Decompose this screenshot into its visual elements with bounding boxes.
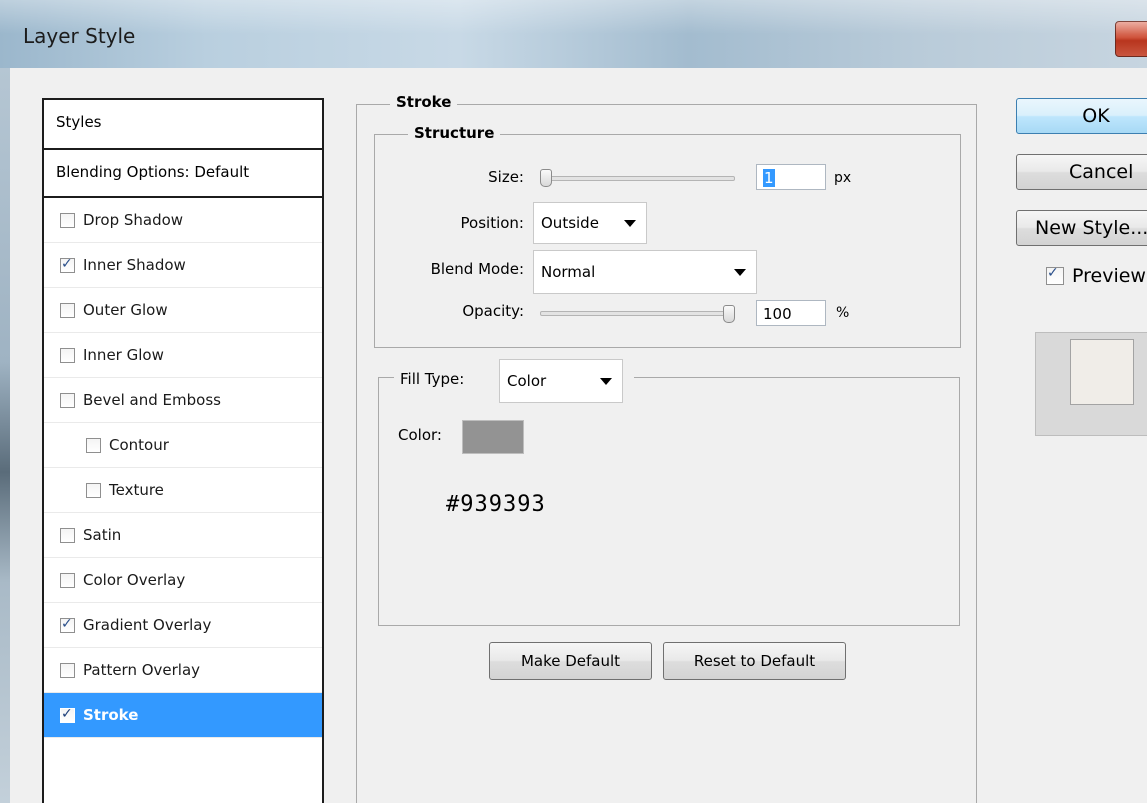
color-swatch[interactable]	[462, 420, 524, 454]
opacity-slider-track[interactable]	[540, 311, 735, 316]
layer-style-window: Layer Style Styles Blending Options: Def…	[0, 0, 1147, 803]
cancel-button[interactable]: Cancel	[1016, 154, 1147, 190]
chevron-down-icon	[624, 220, 636, 227]
style-item-inner-glow[interactable]: Inner Glow	[44, 333, 322, 378]
position-select[interactable]: Outside	[533, 202, 647, 244]
style-item-outer-glow[interactable]: Outer Glow	[44, 288, 322, 333]
style-item-label: Color Overlay	[83, 571, 186, 589]
preview-area	[1035, 332, 1147, 436]
fill-type-label: Fill Type:	[400, 370, 465, 388]
style-item-texture[interactable]: Texture	[44, 468, 322, 513]
style-item-label: Drop Shadow	[83, 211, 184, 229]
blending-options-item[interactable]: Blending Options: Default	[44, 150, 322, 198]
window-title: Layer Style	[23, 24, 136, 48]
style-item-pattern-overlay[interactable]: Pattern Overlay	[44, 648, 322, 693]
size-input[interactable]: 1	[756, 164, 826, 190]
size-slider-thumb[interactable]	[540, 169, 552, 187]
size-unit: px	[834, 170, 852, 186]
opacity-slider-thumb[interactable]	[723, 305, 735, 323]
style-item-label: Inner Glow	[83, 346, 164, 364]
fill-type-value: Color	[507, 372, 547, 390]
style-item-label: Gradient Overlay	[83, 616, 212, 634]
style-item-drop-shadow[interactable]: Drop Shadow	[44, 198, 322, 243]
style-item-color-overlay[interactable]: Color Overlay	[44, 558, 322, 603]
style-item-label: Satin	[83, 526, 122, 544]
style-item-label: Inner Shadow	[83, 256, 186, 274]
chevron-down-icon	[734, 269, 746, 276]
style-item-label: Bevel and Emboss	[83, 391, 221, 409]
style-item-label: Stroke	[83, 706, 139, 724]
opacity-label: Opacity:	[462, 302, 524, 320]
style-checkbox[interactable]	[60, 527, 75, 543]
style-item-label: Texture	[109, 481, 164, 499]
style-checkbox[interactable]	[86, 482, 101, 498]
style-checkbox[interactable]	[60, 572, 75, 588]
style-checkbox[interactable]	[86, 437, 101, 453]
make-default-button[interactable]: Make Default	[489, 642, 652, 680]
chevron-down-icon	[600, 378, 612, 385]
style-checkbox[interactable]	[60, 256, 75, 273]
styles-header[interactable]: Styles	[44, 100, 322, 150]
opacity-input[interactable]: 100	[756, 300, 826, 326]
styles-list: Styles Blending Options: Default Drop Sh…	[42, 98, 324, 803]
style-item-stroke[interactable]: Stroke	[44, 693, 322, 738]
style-checkbox[interactable]	[60, 616, 75, 633]
opacity-unit: %	[836, 305, 850, 321]
color-label: Color:	[398, 426, 442, 444]
style-item-label: Contour	[109, 436, 169, 454]
style-checkbox[interactable]	[60, 392, 75, 408]
style-item-label: Outer Glow	[83, 301, 168, 319]
style-checkbox[interactable]	[60, 347, 75, 363]
position-label: Position:	[460, 214, 524, 232]
style-item-label: Pattern Overlay	[83, 661, 201, 679]
size-slider-track[interactable]	[540, 176, 735, 181]
style-checkbox[interactable]	[60, 302, 75, 318]
preview-checkbox-row[interactable]: Preview	[1046, 265, 1146, 287]
close-button[interactable]	[1115, 21, 1147, 57]
blend-mode-label: Blend Mode:	[430, 260, 524, 278]
position-value: Outside	[541, 214, 599, 232]
preview-thumbnail	[1070, 339, 1134, 405]
style-checkbox[interactable]	[60, 212, 75, 228]
style-item-satin[interactable]: Satin	[44, 513, 322, 558]
size-value: 1	[763, 169, 775, 187]
fill-type-select[interactable]: Color	[499, 359, 623, 403]
style-checkbox[interactable]	[60, 706, 75, 723]
stroke-title: Stroke	[390, 93, 458, 111]
style-item-bevel-and-emboss[interactable]: Bevel and Emboss	[44, 378, 322, 423]
style-item-inner-shadow[interactable]: Inner Shadow	[44, 243, 322, 288]
style-item-contour[interactable]: Contour	[44, 423, 322, 468]
color-hex-text: #939393	[446, 492, 546, 517]
blend-mode-select[interactable]: Normal	[533, 250, 757, 294]
style-item-gradient-overlay[interactable]: Gradient Overlay	[44, 603, 322, 648]
ok-button[interactable]: OK	[1016, 98, 1147, 134]
window-frame	[0, 68, 10, 803]
preview-checkbox[interactable]	[1046, 265, 1064, 285]
new-style-button[interactable]: New Style...	[1016, 210, 1147, 246]
style-checkbox[interactable]	[60, 662, 75, 678]
preview-label: Preview	[1072, 265, 1146, 287]
title-bar[interactable]: Layer Style	[0, 0, 1147, 68]
structure-title: Structure	[408, 124, 501, 142]
reset-to-default-button[interactable]: Reset to Default	[663, 642, 846, 680]
size-label: Size:	[488, 168, 524, 186]
blend-mode-value: Normal	[541, 263, 596, 281]
